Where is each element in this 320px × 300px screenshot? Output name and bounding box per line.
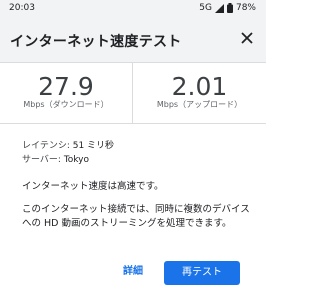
divider [0,123,266,124]
server-value: Tokyo [63,155,90,165]
download-speed-unit: Mbps（ダウンロード） [23,100,109,109]
close-icon [241,32,253,44]
network-type: 5G [199,3,212,13]
status-time: 20:03 [9,3,35,13]
server-label: サーバー: [22,155,64,165]
dialog-header: インターネット速度テスト [0,18,266,62]
speed-description: このインターネット接続では、同時に複数のデバイスへの HD 動画のストリーミング… [22,204,250,229]
upload-speed-unit: Mbps（アップロード） [156,100,243,109]
test-details: レイテンシ: 51 ミリ秒 サーバー: Tokyo [22,139,114,167]
retest-button[interactable]: 再テスト [164,261,240,285]
upload-result: 2.01 Mbps（アップロード） [133,63,266,123]
signal-icon [214,3,224,13]
status-indicators: 5G 78% [199,3,256,13]
download-result: 27.9 Mbps（ダウンロード） [0,63,132,123]
speed-results: 27.9 Mbps（ダウンロード） 2.01 Mbps（アップロード） [0,63,266,123]
battery-icon [226,3,233,13]
latency-value: 51 ミリ秒 [72,141,115,151]
latency-label: レイテンシ: [22,141,73,151]
close-button[interactable] [238,29,256,47]
battery-level: 78% [235,3,256,13]
speed-verdict: インターネット速度は高速です。 [22,181,164,192]
page-title: インターネット速度テスト [10,34,182,50]
download-speed-value: 27.9 [38,72,94,101]
server-row: サーバー: Tokyo [22,153,114,167]
status-bar: 20:03 5G 78% [0,0,266,18]
latency-row: レイテンシ: 51 ミリ秒 [22,139,114,153]
details-button[interactable]: 詳細 [116,259,150,285]
upload-speed-value: 2.01 [171,72,228,101]
